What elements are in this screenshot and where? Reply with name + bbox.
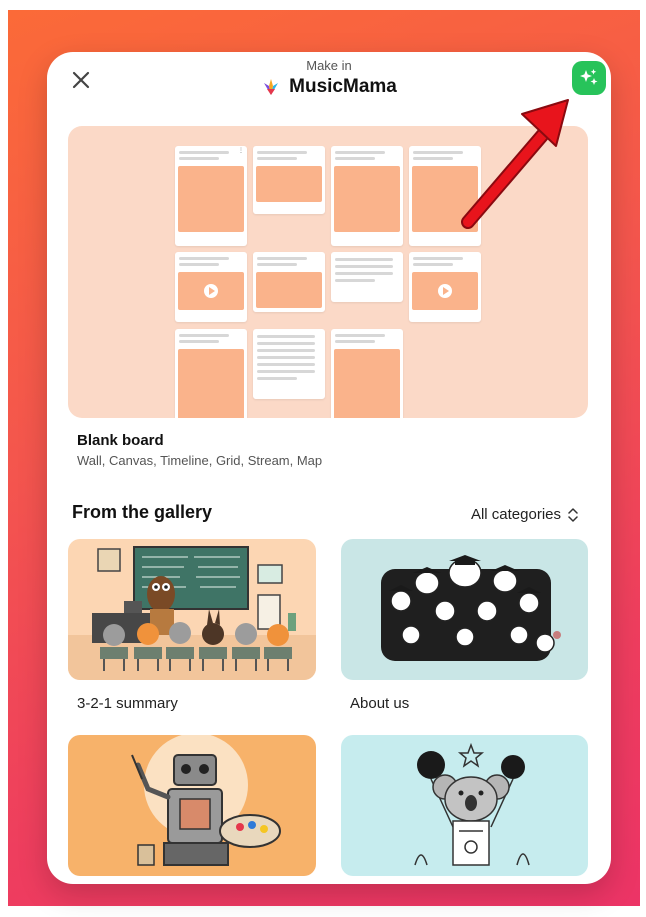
brand-header: MusicMama — [47, 76, 611, 98]
robot-painter-illustration — [131, 735, 281, 866]
preview-card — [253, 252, 325, 312]
preview-card — [331, 252, 403, 302]
make-in-label: Make in — [306, 58, 352, 73]
koala-award-illustration — [414, 742, 530, 866]
blank-board-formats: Wall, Canvas, Timeline, Grid, Stream, Ma… — [77, 453, 323, 468]
brand-name: MusicMama — [289, 76, 397, 97]
gallery-tile-label[interactable]: About us — [350, 695, 409, 712]
graduate-pets-illustration — [381, 555, 561, 661]
template-picker-modal: Make in MusicMama ⋮ Blank board Wall, Ca… — [47, 52, 611, 884]
gallery-heading: From the gallery — [72, 502, 213, 522]
preview-card — [253, 329, 325, 399]
gallery-tile-about-us[interactable] — [341, 539, 588, 680]
gallery-tile-3-2-1-summary[interactable] — [68, 539, 316, 680]
play-icon — [204, 284, 218, 298]
preview-card — [175, 329, 247, 418]
brand-logo-icon — [261, 77, 281, 97]
play-icon — [438, 284, 452, 298]
ai-generate-button[interactable] — [572, 61, 606, 95]
preview-card — [409, 146, 481, 246]
classroom-illustration — [68, 546, 316, 680]
category-select-value: All categories — [470, 506, 561, 523]
preview-card — [331, 146, 403, 246]
preview-card — [331, 329, 403, 418]
preview-card — [409, 252, 481, 322]
preview-card: ⋮ — [175, 146, 247, 246]
blank-board-title[interactable]: Blank board — [77, 432, 164, 449]
gallery-tile-label[interactable]: 3-2-1 summary — [77, 695, 178, 712]
preview-card — [253, 146, 325, 214]
chevron-up-down-icon — [568, 507, 578, 522]
preview-card — [175, 252, 247, 322]
gallery-tile-robot-painter[interactable] — [68, 735, 316, 876]
blank-board-preview[interactable]: ⋮ — [68, 126, 588, 418]
sparkles-icon — [580, 69, 598, 85]
category-select[interactable]: All categories — [471, 506, 579, 523]
gallery-tile-koala-award[interactable] — [341, 735, 588, 876]
